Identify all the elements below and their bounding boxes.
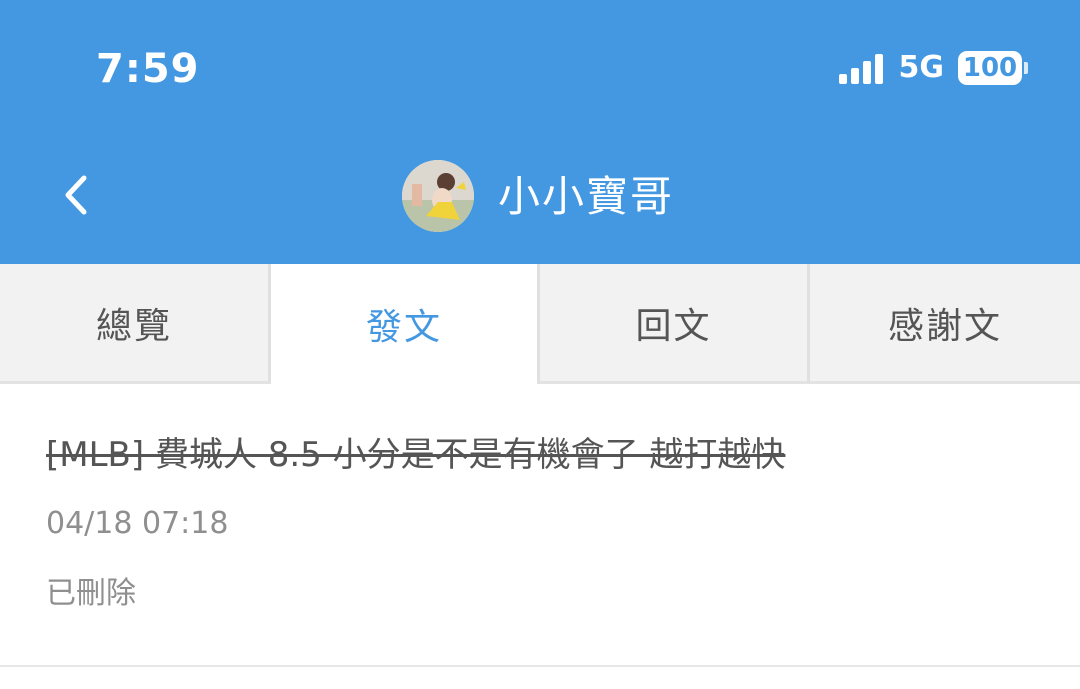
tab-posts[interactable]: 發文 xyxy=(271,264,540,384)
avatar[interactable] xyxy=(402,160,474,232)
app-header: 7:59 5G 100 小小寶哥 xyxy=(0,0,1080,264)
status-time: 7:59 xyxy=(96,46,200,92)
network-label: 5G xyxy=(898,50,945,85)
status-indicators: 5G 100 xyxy=(838,50,1028,86)
avatar-image xyxy=(402,160,474,232)
battery-icon: 100 xyxy=(958,51,1028,85)
back-button[interactable] xyxy=(52,166,104,224)
tab-overview[interactable]: 總覽 xyxy=(0,264,271,384)
chevron-left-icon xyxy=(65,175,87,215)
tab-thanks[interactable]: 感謝文 xyxy=(810,264,1080,384)
list-item[interactable]: [MLB] 費城人 8.5 小分是不是有機會了 越打越快 04/18 07:18… xyxy=(0,384,1080,667)
profile-name: 小小寶哥 xyxy=(498,172,675,221)
post-status: 已刪除 xyxy=(46,576,136,611)
post-title[interactable]: [MLB] 費城人 8.5 小分是不是有機會了 越打越快 xyxy=(46,432,785,478)
post-date: 04/18 07:18 xyxy=(46,506,229,541)
tab-bar: 總覽 發文 回文 感謝文 xyxy=(0,264,1080,384)
tab-replies[interactable]: 回文 xyxy=(540,264,810,384)
battery-level: 100 xyxy=(958,51,1022,85)
signal-icon xyxy=(838,52,883,84)
